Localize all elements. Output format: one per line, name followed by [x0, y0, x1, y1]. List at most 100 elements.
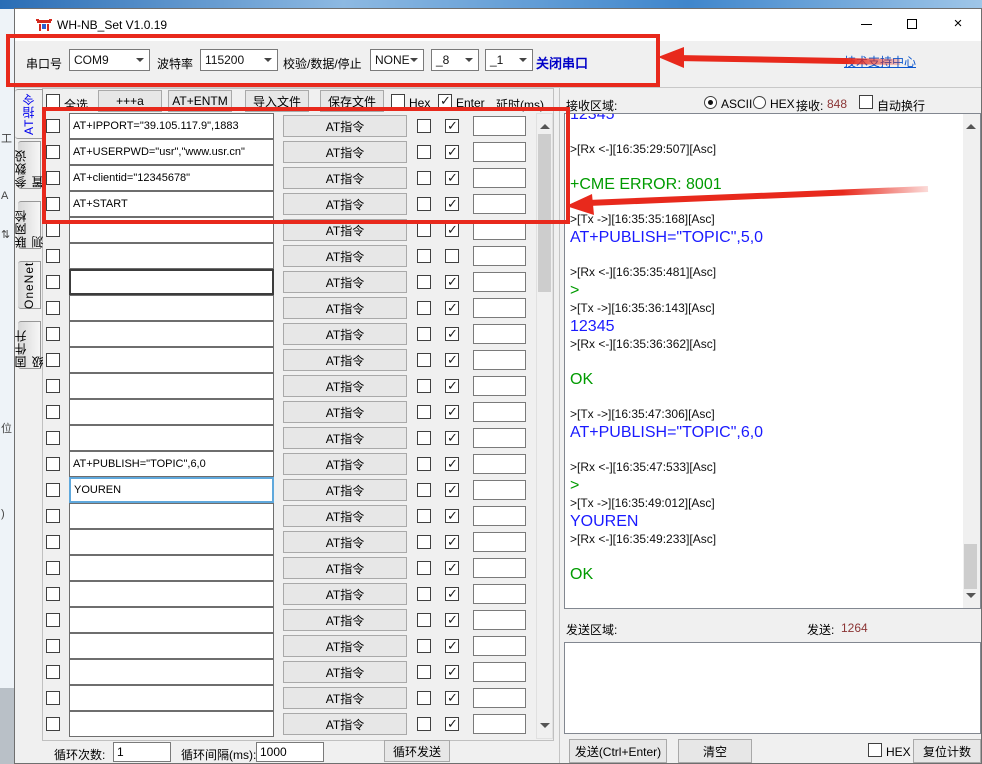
at-command-input[interactable] — [69, 581, 274, 607]
at-send-button[interactable]: AT指令 — [283, 505, 407, 527]
at-command-input[interactable] — [69, 555, 274, 581]
at-send-button[interactable]: AT指令 — [283, 115, 407, 137]
row-select-checkbox[interactable] — [46, 171, 60, 185]
sidebar-tab-0[interactable]: AT指令 — [15, 89, 43, 139]
row-enter-checkbox[interactable] — [445, 535, 459, 549]
scroll-down-icon[interactable] — [540, 723, 550, 733]
scroll-down-icon[interactable] — [966, 593, 976, 603]
row-hex-checkbox[interactable] — [417, 561, 431, 575]
row-delay-input[interactable] — [473, 610, 526, 630]
row-delay-input[interactable] — [473, 142, 526, 162]
row-enter-checkbox[interactable] — [445, 327, 459, 341]
row-select-checkbox[interactable] — [46, 405, 60, 419]
enter-mode-checkbox[interactable] — [438, 94, 452, 108]
baud-select[interactable]: 115200 — [200, 49, 278, 71]
row-select-checkbox[interactable] — [46, 665, 60, 679]
row-select-checkbox[interactable] — [46, 717, 60, 731]
row-delay-input[interactable] — [473, 532, 526, 552]
at-send-button[interactable]: AT指令 — [283, 687, 407, 709]
at-send-button[interactable]: AT指令 — [283, 167, 407, 189]
row-delay-input[interactable] — [473, 714, 526, 734]
row-select-checkbox[interactable] — [46, 379, 60, 393]
at-command-input[interactable] — [69, 191, 274, 217]
row-select-checkbox[interactable] — [46, 249, 60, 263]
sidebar-tab-2[interactable]: 联网检测 — [18, 201, 41, 249]
cycle-interval-input[interactable] — [256, 742, 324, 762]
select-all-checkbox[interactable] — [46, 94, 60, 108]
stopbits-select[interactable]: _1 — [485, 49, 533, 71]
at-send-button[interactable]: AT指令 — [283, 661, 407, 683]
row-enter-checkbox[interactable] — [445, 379, 459, 393]
row-select-checkbox[interactable] — [46, 561, 60, 575]
send-button[interactable]: 发送(Ctrl+Enter) — [569, 739, 667, 763]
row-delay-input[interactable] — [473, 298, 526, 318]
row-hex-checkbox[interactable] — [417, 691, 431, 705]
row-enter-checkbox[interactable] — [445, 353, 459, 367]
at-command-input[interactable] — [69, 503, 274, 529]
row-delay-input[interactable] — [473, 194, 526, 214]
row-select-checkbox[interactable] — [46, 639, 60, 653]
at-command-input[interactable] — [69, 451, 274, 477]
row-hex-checkbox[interactable] — [417, 717, 431, 731]
row-hex-checkbox[interactable] — [417, 405, 431, 419]
auto-wrap-checkbox[interactable] — [859, 95, 873, 109]
at-send-button[interactable]: AT指令 — [283, 583, 407, 605]
row-enter-checkbox[interactable] — [445, 197, 459, 211]
row-delay-input[interactable] — [473, 324, 526, 344]
row-hex-checkbox[interactable] — [417, 379, 431, 393]
at-list-scrollbar[interactable] — [536, 113, 553, 739]
at-send-button[interactable]: AT指令 — [283, 349, 407, 371]
minimize-button[interactable] — [843, 9, 889, 39]
at-send-button[interactable]: AT指令 — [283, 141, 407, 163]
row-delay-input[interactable] — [473, 428, 526, 448]
at-command-input[interactable] — [69, 243, 274, 269]
at-send-button[interactable]: AT指令 — [283, 531, 407, 553]
hex-radio[interactable] — [753, 96, 766, 109]
serial-port-select[interactable]: COM9 — [69, 49, 150, 71]
scroll-up-icon[interactable] — [966, 119, 976, 129]
at-command-input[interactable] — [69, 529, 274, 555]
row-hex-checkbox[interactable] — [417, 223, 431, 237]
row-enter-checkbox[interactable] — [445, 405, 459, 419]
row-enter-checkbox[interactable] — [445, 691, 459, 705]
ascii-radio[interactable] — [704, 96, 717, 109]
row-select-checkbox[interactable] — [46, 483, 60, 497]
row-select-checkbox[interactable] — [46, 145, 60, 159]
row-hex-checkbox[interactable] — [417, 145, 431, 159]
at-send-button[interactable]: AT指令 — [283, 401, 407, 423]
at-send-button[interactable]: AT指令 — [283, 297, 407, 319]
row-enter-checkbox[interactable] — [445, 119, 459, 133]
row-delay-input[interactable] — [473, 272, 526, 292]
at-command-input[interactable] — [69, 711, 274, 737]
receive-log[interactable]: 12345 >[Rx <-][16:35:29:507][Asc] +CME E… — [564, 113, 981, 609]
row-enter-checkbox[interactable] — [445, 275, 459, 289]
row-enter-checkbox[interactable] — [445, 171, 459, 185]
sidebar-tab-3[interactable]: OneNet — [18, 261, 41, 309]
row-select-checkbox[interactable] — [46, 223, 60, 237]
at-command-input[interactable] — [69, 217, 274, 243]
row-delay-input[interactable] — [473, 662, 526, 682]
scroll-up-icon[interactable] — [540, 119, 550, 129]
row-enter-checkbox[interactable] — [445, 509, 459, 523]
at-command-input[interactable] — [69, 321, 274, 347]
at-send-button[interactable]: AT指令 — [283, 427, 407, 449]
at-command-input[interactable] — [69, 165, 274, 191]
row-enter-checkbox[interactable] — [445, 665, 459, 679]
at-send-button[interactable]: AT指令 — [283, 375, 407, 397]
row-delay-input[interactable] — [473, 220, 526, 240]
row-hex-checkbox[interactable] — [417, 119, 431, 133]
row-delay-input[interactable] — [473, 584, 526, 604]
row-delay-input[interactable] — [473, 636, 526, 656]
row-select-checkbox[interactable] — [46, 353, 60, 367]
save-file-button[interactable]: 保存文件 — [320, 90, 384, 112]
row-enter-checkbox[interactable] — [445, 587, 459, 601]
row-select-checkbox[interactable] — [46, 535, 60, 549]
row-enter-checkbox[interactable] — [445, 431, 459, 445]
at-command-input[interactable] — [69, 425, 274, 451]
at-command-input[interactable] — [69, 113, 274, 139]
at-command-input[interactable] — [69, 269, 274, 295]
at-send-button[interactable]: AT指令 — [283, 713, 407, 735]
row-select-checkbox[interactable] — [46, 587, 60, 601]
databits-select[interactable]: _8 — [431, 49, 479, 71]
parity-select[interactable]: NONE — [370, 49, 424, 71]
